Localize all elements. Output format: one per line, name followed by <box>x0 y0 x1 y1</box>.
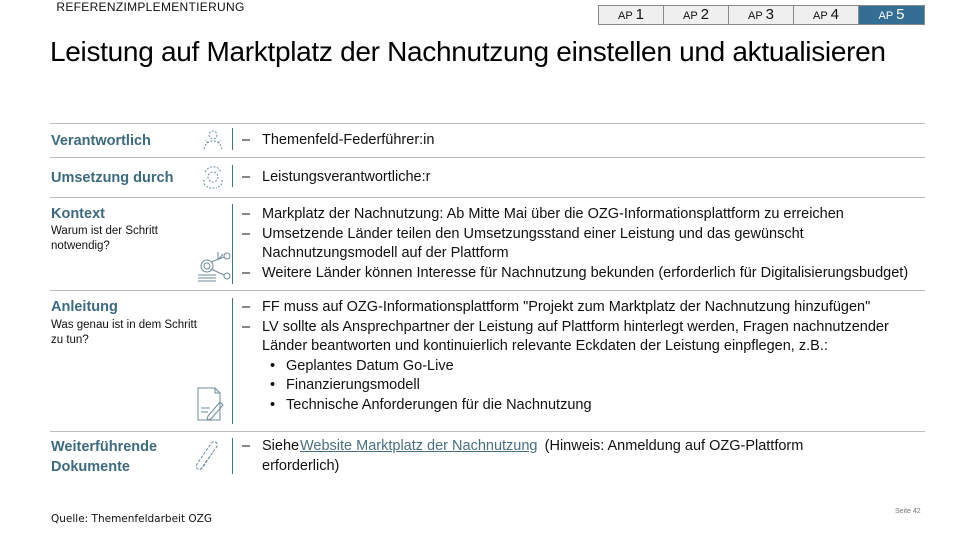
tab-ap-2[interactable]: AP 2 <box>664 6 729 24</box>
network-analysis-icon <box>196 248 232 282</box>
tab-prefix: AP <box>878 10 894 22</box>
label-verantwortlich: Verantwortlich <box>51 133 151 149</box>
tab-ap-5[interactable]: AP 5 <box>859 6 924 24</box>
list-item: – LV sollte als Ansprechpartner der Leist… <box>242 318 889 355</box>
sub-list-item: • Finanzierungsmodell <box>270 377 420 394</box>
divider <box>50 157 925 158</box>
divider <box>50 290 925 291</box>
separator <box>232 438 233 474</box>
label-kontext: Kontext <box>51 206 105 222</box>
sub-list-item: • Geplantes Datum Go-Live <box>270 357 454 374</box>
section-tag: REFERENZIMPLEMENTIERUNG <box>56 0 245 14</box>
group-icon <box>201 164 225 190</box>
tab-number: 1 <box>635 6 644 23</box>
tab-prefix: AP <box>748 10 763 22</box>
tab-number: 2 <box>700 6 709 23</box>
paperclip-icon <box>192 440 222 474</box>
label-dokumente: Weiterführende Dokumente <box>51 439 158 475</box>
list-item: – FF muss auf OZG-Informationsplattform "… <box>242 299 871 315</box>
sublabel-kontext: Warum ist der Schritt notwendig? <box>51 225 158 252</box>
page-title: Leistung auf Marktplatz der Nachnutzung … <box>50 36 886 67</box>
tab-ap-1[interactable]: AP 1 <box>599 6 664 24</box>
separator <box>232 165 233 187</box>
source-note: Quelle: Themenfeldarbeit OZG <box>51 513 213 525</box>
list-item: – Umsetzende Länder teilen den Umsetzungs… <box>242 225 804 262</box>
list-item: – Themenfeld-Federführer:in <box>242 132 435 148</box>
separator <box>232 128 233 150</box>
divider <box>50 431 925 432</box>
divider <box>50 123 925 124</box>
sublabel-anleitung: Was genau ist in dem Schritt zu tun? <box>51 319 197 346</box>
tab-prefix: AP <box>813 10 828 22</box>
anleitung-content: – FF muss auf OZG-Informationsplattform "… <box>240 298 920 416</box>
label-anleitung: Anleitung <box>51 299 118 315</box>
tab-ap-4[interactable]: AP 4 <box>794 6 859 24</box>
list-item: – Weitere Länder können Interesse für Nac… <box>242 264 909 281</box>
person-icon <box>202 128 224 152</box>
separator <box>232 298 233 424</box>
divider <box>50 197 925 198</box>
list-item: – Markplatz der Nachnutzung: Ab Mitte Mai… <box>242 206 844 222</box>
kontext-content: – Markplatz der Nachnutzung: Ab Mitte Mai… <box>240 205 920 283</box>
sub-list-item: • Technische Anforderungen für die Nachnu… <box>270 396 592 413</box>
page-number: Seite 42 <box>895 508 921 515</box>
document-edit-icon <box>196 386 224 422</box>
tab-prefix: AP <box>683 10 698 22</box>
label-umsetzung: Umsetzung durch <box>51 170 174 186</box>
ap-navigation: AP 1 AP 2 AP 3 AP 4 AP 5 <box>598 5 925 25</box>
tab-number: 5 <box>896 6 905 23</box>
separator <box>232 204 233 284</box>
verantwortlich-content: – Themenfeld-Federführer:in <box>240 131 920 151</box>
website-link-overlay[interactable]: Website Marktplatz der Nachnutzung <box>300 437 538 457</box>
umsetzung-content: – Leistungsverantwortliche:r <box>240 168 920 188</box>
list-item: – Leistungsverantwortliche:r <box>242 169 431 185</box>
tab-prefix: AP <box>618 10 633 22</box>
tab-ap-3[interactable]: AP 3 <box>729 6 794 24</box>
tab-number: 4 <box>830 6 839 23</box>
tab-number: 3 <box>765 6 774 23</box>
